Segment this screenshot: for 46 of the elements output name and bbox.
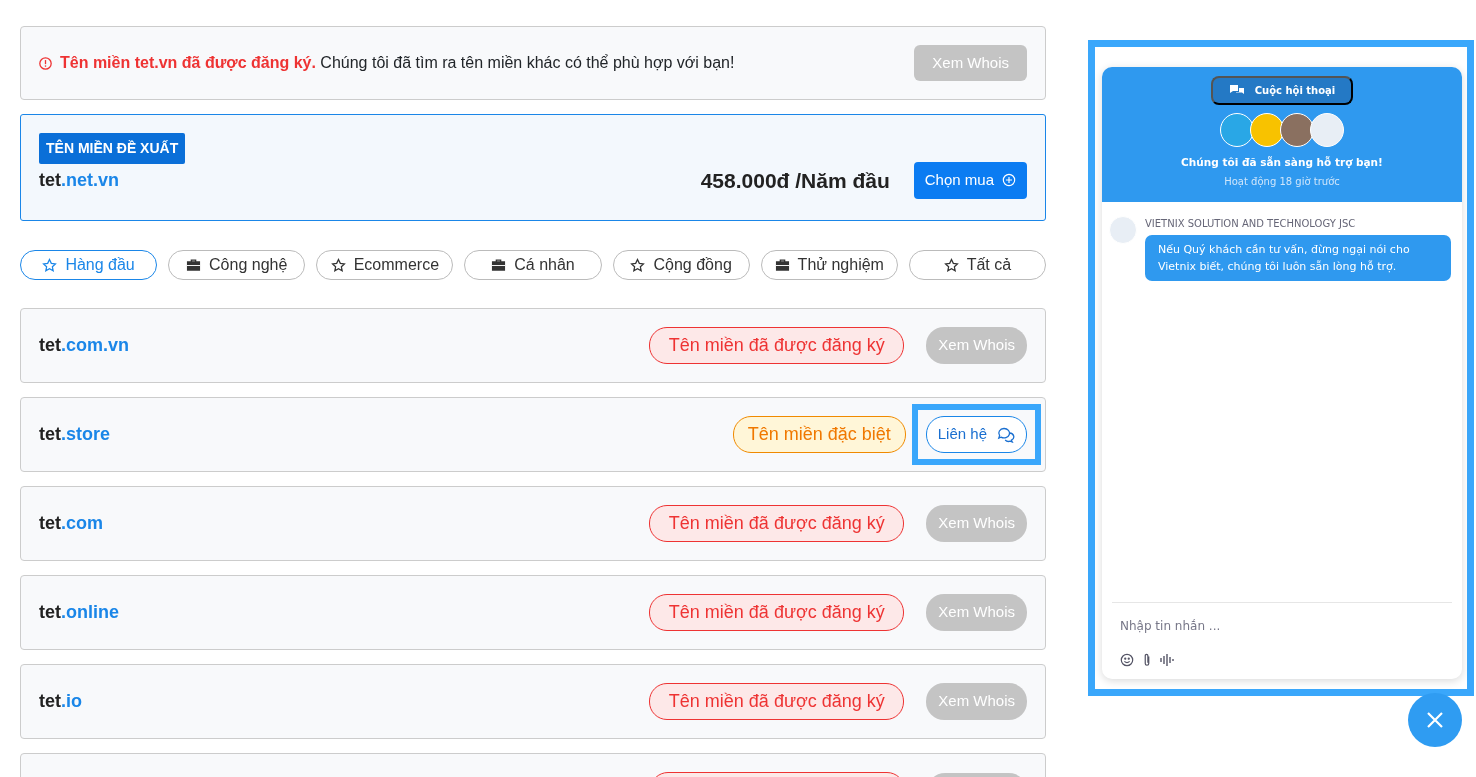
- domain-name: tet.store: [39, 423, 111, 446]
- status-tag: Tên miền đã được đăng ký: [649, 594, 905, 631]
- plus-circle-icon: [1002, 173, 1016, 188]
- chat-bubbles-icon: [1228, 84, 1245, 97]
- price-text: 458.000đ /Năm đầu: [700, 167, 890, 194]
- conversations-tab[interactable]: Cuộc hội thoại: [1210, 76, 1354, 105]
- domain-name: tet.online: [39, 601, 119, 624]
- star-icon: [330, 257, 346, 273]
- briefcase-icon: [491, 258, 507, 272]
- agent-avatar: [1250, 113, 1284, 147]
- filter-tab[interactable]: Tất cả: [908, 250, 1046, 280]
- briefcase-icon: [186, 258, 202, 272]
- filter-tab[interactable]: Hàng đầu: [20, 250, 158, 280]
- chat-headline: Chúng tôi đã sẵn sàng hỗ trợ bạn!: [1181, 155, 1383, 170]
- contact-button[interactable]: Liên hệ: [925, 416, 1027, 453]
- status-tag: Tên miền đã được đăng ký: [649, 505, 905, 542]
- status-tag: Tên miền đặc biệt: [732, 416, 906, 453]
- chat-message: Nếu Quý khách cần tư vấn, đừng ngại nói cho Vietnix biết, chúng tôi luôn sẵn lòng hỗ trợ.: [1145, 235, 1451, 282]
- filter-tab[interactable]: Ecommerce: [316, 250, 454, 280]
- photo-placeholder: [1280, 113, 1314, 147]
- activity-text: Hoạt động 18 giờ trước: [1224, 174, 1340, 189]
- audio-wave-icon[interactable]: [1160, 654, 1174, 666]
- info-icon: [39, 56, 52, 70]
- filter-tab[interactable]: Thử nghiệm: [760, 250, 898, 280]
- sender-name: VIETNIX SOLUTION AND TECHNOLOGY JSC: [1145, 217, 1357, 231]
- domain-name: tet.com: [39, 512, 103, 535]
- paperclip-icon[interactable]: [1142, 653, 1152, 667]
- domain-name: tet.io: [39, 690, 82, 713]
- briefcase-icon: [774, 258, 790, 272]
- domain-name: tet.com.vn: [39, 334, 130, 357]
- star-icon: [42, 257, 58, 273]
- buy-button[interactable]: Chọn mua: [913, 162, 1027, 199]
- star-icon: [630, 257, 646, 273]
- star-icon: [943, 257, 959, 273]
- suggested-label: TÊN MIỀN ĐỀ XUẤT: [39, 133, 186, 164]
- emoji-icon[interactable]: [1120, 653, 1134, 667]
- filter-tab[interactable]: Cá nhân: [464, 250, 602, 280]
- status-tag: Tên miền đã được đăng ký: [649, 683, 905, 720]
- status-tag: Tên miền đã được đăng ký: [649, 327, 905, 364]
- close-icon: [1425, 710, 1445, 730]
- domain-name: tet.net.vn: [39, 168, 120, 192]
- alert-message: Tên miền tet.vn đã được đăng ký. Chúng tôi đã tìm ra tên miền khác có thể phù hợp với bạn!: [60, 53, 735, 73]
- filter-tab[interactable]: Công nghệ: [168, 250, 306, 280]
- filter-tab[interactable]: Cộng đồng: [612, 250, 750, 280]
- chat-bubbles-icon: [997, 426, 1015, 443]
- agent-avatar: [1220, 113, 1254, 147]
